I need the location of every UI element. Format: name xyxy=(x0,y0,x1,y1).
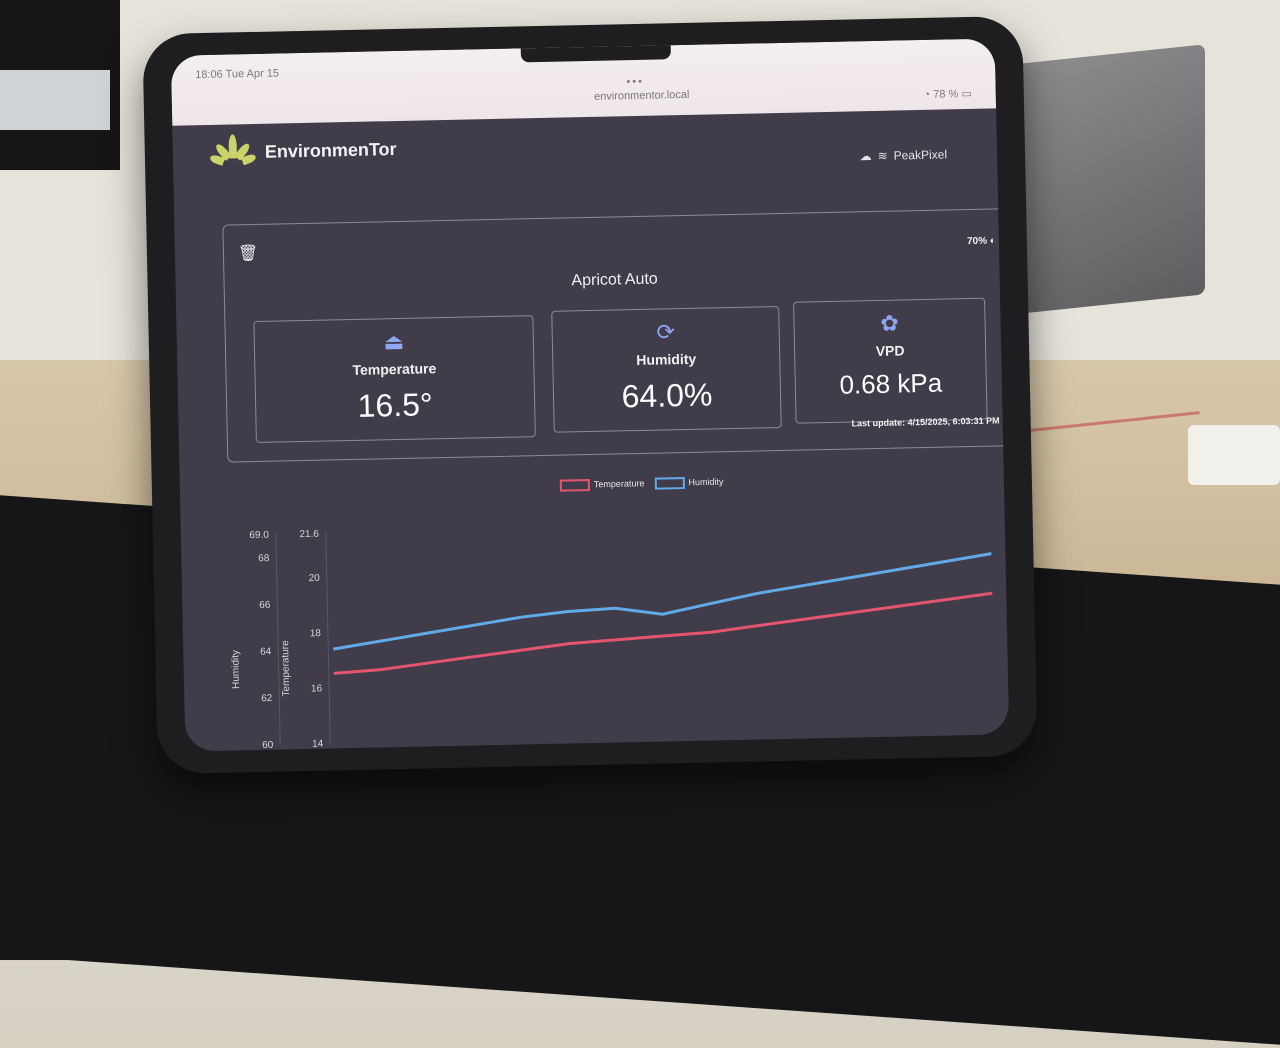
status-bar: 18:06 Tue Apr 15 ••• environmentor.local… xyxy=(170,38,997,126)
legend-swatch-temperature xyxy=(559,479,591,492)
vpd-label: VPD xyxy=(875,342,905,360)
wifi-icon: ≋ xyxy=(877,148,888,163)
temperature-axis-tick: 18 xyxy=(310,628,322,639)
wifi-icon: ◔ xyxy=(923,88,931,101)
humidity-label: Humidity xyxy=(636,350,697,369)
humidity-axis-tick: 69.0 xyxy=(249,530,269,541)
cloud-icon: ☁ xyxy=(859,149,872,164)
temperature-axis-label: Temperature xyxy=(280,640,292,697)
background-monitor xyxy=(0,0,120,170)
device-battery-text: 70% xyxy=(966,235,988,248)
temperature-value: 16.5° xyxy=(357,386,434,424)
tablet-screen: 18:06 Tue Apr 15 ••• environmentor.local… xyxy=(170,38,1010,752)
axis-divider-humidity xyxy=(275,533,281,744)
temperature-card: ⏏ Temperature 16.5° xyxy=(253,315,536,444)
axis-divider-temperature xyxy=(325,532,331,743)
status-battery: ◔ 78 % ▭ xyxy=(923,87,972,101)
sensor-board xyxy=(1188,425,1280,485)
vpd-value: 0.68 kPa xyxy=(839,367,943,400)
humidity-axis-tick: 60 xyxy=(262,740,274,751)
humidity-axis-tick: 62 xyxy=(261,693,273,704)
app-name: EnvironmenTor xyxy=(264,138,397,162)
last-update: Last update: 4/15/2025, 6:03:31 PM xyxy=(851,415,1000,429)
vpd-card: ✿ VPD 0.68 kPa xyxy=(793,297,988,424)
humidity-axis-tick: 66 xyxy=(259,600,271,611)
status-battery-text: 78 % xyxy=(933,88,959,101)
humidity-card: ⟳ Humidity 64.0% xyxy=(551,306,782,433)
browser-url[interactable]: environmentor.local xyxy=(582,89,702,104)
humidity-axis-tick: 64 xyxy=(260,646,272,657)
temperature-label: Temperature xyxy=(352,360,437,378)
humidity-axis-tick: 68 xyxy=(258,553,270,564)
humidity-value: 64.0% xyxy=(621,376,713,415)
battery-icon: ◐ xyxy=(989,235,996,247)
temperature-axis-tick: 21.6 xyxy=(299,529,319,540)
trash-icon[interactable]: 🗑 xyxy=(238,243,259,263)
legend-temperature-label: Temperature xyxy=(593,478,645,490)
background-laptop xyxy=(1000,44,1205,316)
status-time: 18:06 Tue Apr 15 xyxy=(195,67,280,82)
legend-temperature[interactable]: Temperature xyxy=(559,478,645,492)
device-card: 🗑 70% ◐ Apricot Auto ⏏ Temperature 16.5°… xyxy=(222,208,1010,463)
legend-swatch-humidity xyxy=(654,477,685,490)
browser-menu-dots[interactable]: ••• xyxy=(626,76,644,88)
cannabis-leaf-logo-icon xyxy=(209,134,257,171)
flask-icon: ⏏ xyxy=(383,328,405,355)
device-battery: 70% ◐ xyxy=(967,235,996,247)
temperature-axis-tick: 14 xyxy=(312,739,324,750)
app-header: EnvironmenTor xyxy=(209,131,397,171)
battery-icon: ▭ xyxy=(961,87,972,101)
temperature-axis-tick: 20 xyxy=(309,573,321,584)
humidity-axis-label: Humidity xyxy=(230,650,242,689)
network-name: PeakPixel xyxy=(893,147,948,163)
legend-humidity[interactable]: Humidity xyxy=(654,476,724,490)
background-monitor-screen xyxy=(0,70,110,130)
connection-status: ☁ ≋ PeakPixel xyxy=(859,147,947,163)
line-chart: 69.0 68 66 64 62 60 Humidity 21.6 20 18 16 14 Temper… xyxy=(230,529,993,751)
tablet: 18:06 Tue Apr 15 ••• environmentor.local… xyxy=(142,15,1038,775)
temperature-axis-tick: 16 xyxy=(311,683,323,694)
plant-icon: ✿ xyxy=(880,310,900,336)
humidity-icon: ⟳ xyxy=(656,319,676,345)
camera-notch xyxy=(520,45,671,63)
chart-legend: Temperature Humidity xyxy=(559,476,724,492)
device-title: Apricot Auto xyxy=(571,270,658,290)
legend-humidity-label: Humidity xyxy=(688,476,724,488)
